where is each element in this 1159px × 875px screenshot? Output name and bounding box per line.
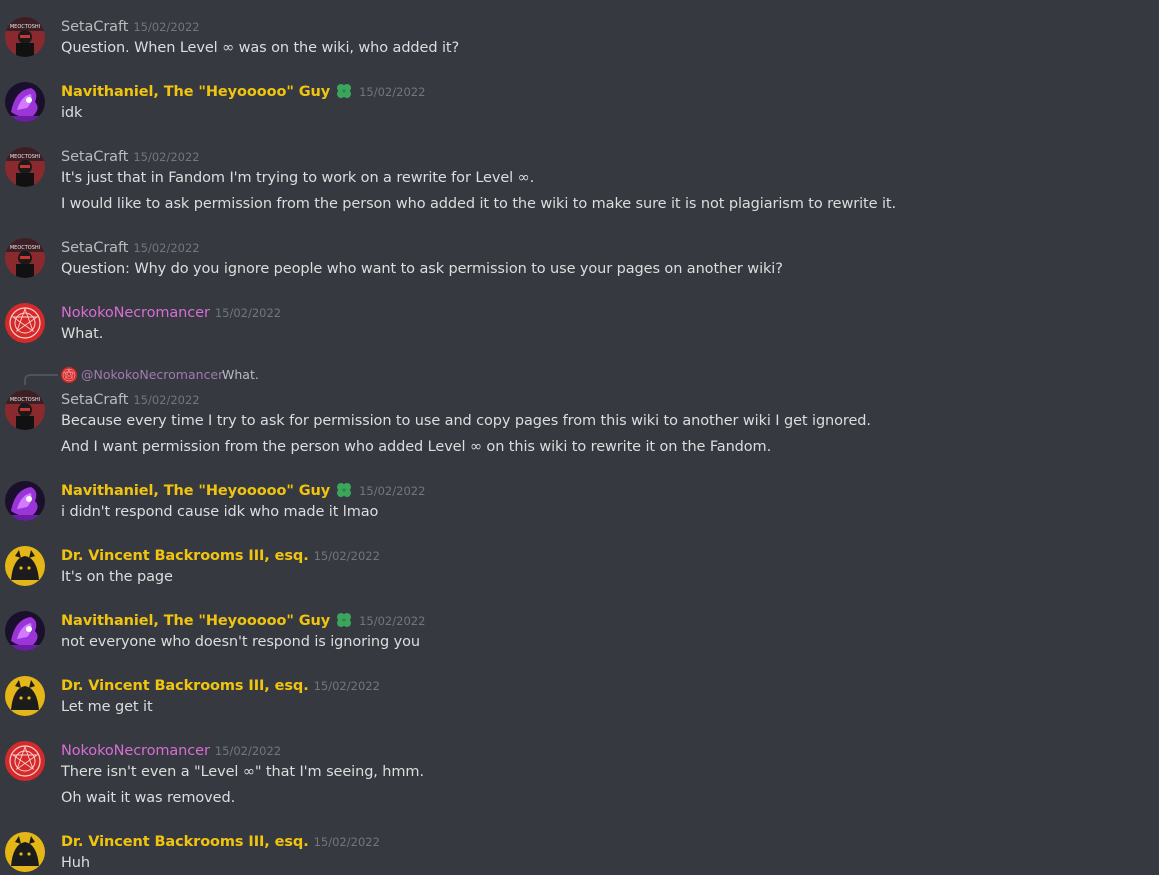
message-text: Because every time I try to ask for perm… <box>61 413 871 429</box>
timestamp: 15/02/2022 <box>214 744 282 758</box>
message-header: Navithaniel, The "Heyooooo" Guy 15/02/20… <box>61 480 425 501</box>
avatar[interactable] <box>5 546 45 586</box>
avatar[interactable] <box>5 303 45 343</box>
message-header: Dr. Vincent Backrooms III, esq. 15/02/202… <box>61 831 380 852</box>
username[interactable]: Dr. Vincent Backrooms III, esq. <box>61 834 309 850</box>
message-text: Question: Why do you ignore people who w… <box>61 261 783 277</box>
message-header: SetaCraft 15/02/2022 <box>61 16 200 37</box>
reply-avatar <box>61 367 77 383</box>
message-header: Navithaniel, The "Heyooooo" Guy 15/02/20… <box>61 81 425 102</box>
message-text: It's just that in Fandom I'm trying to w… <box>61 170 535 186</box>
svg-text:MEOCTOSHI: MEOCTOSHI <box>10 24 40 30</box>
avatar[interactable] <box>5 481 45 521</box>
timestamp: 15/02/2022 <box>214 306 282 320</box>
timestamp: 15/02/2022 <box>359 614 426 628</box>
message-text: I would like to ask permission from the … <box>61 196 896 212</box>
username[interactable]: SetaCraft <box>61 240 128 256</box>
message-header: NokokoNecromancer 15/02/2022 <box>61 740 281 761</box>
username[interactable]: NokokoNecromancer <box>61 743 210 759</box>
svg-text:MEOCTOSHI: MEOCTOSHI <box>10 397 40 403</box>
timestamp: 15/02/2022 <box>133 393 200 407</box>
avatar[interactable]: MEOCTOSHI <box>5 147 45 187</box>
avatar[interactable] <box>5 82 45 122</box>
message-text: Huh <box>61 855 90 871</box>
avatar[interactable]: MEOCTOSHI <box>5 17 45 57</box>
avatar[interactable] <box>5 832 45 872</box>
message-text: Let me get it <box>61 699 153 715</box>
four-leaf-clover-icon <box>337 84 352 98</box>
username[interactable]: SetaCraft <box>61 149 128 165</box>
message-header: SetaCraft 15/02/2022 <box>61 146 200 167</box>
message-text: What. <box>61 326 104 342</box>
username[interactable]: Dr. Vincent Backrooms III, esq. <box>61 548 309 564</box>
timestamp: 15/02/2022 <box>133 150 200 164</box>
avatar[interactable] <box>5 741 45 781</box>
reply-content: What. <box>222 367 259 382</box>
svg-text:MEOCTOSHI: MEOCTOSHI <box>10 245 40 251</box>
message-text: Oh wait it was removed. <box>61 790 236 806</box>
timestamp: 15/02/2022 <box>133 20 200 34</box>
reply-connector <box>24 374 58 385</box>
message-header: SetaCraft 15/02/2022 <box>61 389 200 410</box>
timestamp: 15/02/2022 <box>313 835 380 849</box>
message-header: Dr. Vincent Backrooms III, esq. 15/02/202… <box>61 675 380 696</box>
chat-message-list: MEOCTOSHI SetaCraft 15/02/2022 Question. W… <box>0 0 1159 875</box>
timestamp: 15/02/2022 <box>313 679 380 693</box>
username[interactable]: SetaCraft <box>61 392 128 408</box>
timestamp: 15/02/2022 <box>133 241 200 255</box>
message-text: And I want permission from the person wh… <box>61 439 772 455</box>
username[interactable]: Navithaniel, The "Heyooooo" Guy <box>61 613 330 629</box>
timestamp: 15/02/2022 <box>359 85 426 99</box>
four-leaf-clover-icon <box>337 613 352 627</box>
message-header: Dr. Vincent Backrooms III, esq. 15/02/202… <box>61 545 380 566</box>
username[interactable]: Navithaniel, The "Heyooooo" Guy <box>61 84 330 100</box>
timestamp: 15/02/2022 <box>313 549 380 563</box>
avatar[interactable] <box>5 611 45 651</box>
message-text: It's on the page <box>61 569 173 585</box>
username[interactable]: Dr. Vincent Backrooms III, esq. <box>61 678 309 694</box>
username[interactable]: SetaCraft <box>61 19 128 35</box>
reply-username[interactable]: @NokokoNecromancer <box>81 365 223 385</box>
message-text: There isn't even a "Level ∞" that I'm se… <box>61 764 424 780</box>
message-text: not everyone who doesn't respond is igno… <box>61 634 420 650</box>
message-text: Question. When Level ∞ was on the wiki, … <box>61 40 460 56</box>
timestamp: 15/02/2022 <box>359 484 426 498</box>
avatar[interactable]: MEOCTOSHI <box>5 390 45 430</box>
four-leaf-clover-icon <box>337 483 352 497</box>
username[interactable]: Navithaniel, The "Heyooooo" Guy <box>61 483 330 499</box>
avatar[interactable] <box>5 676 45 716</box>
avatar[interactable]: MEOCTOSHI <box>5 238 45 278</box>
svg-text:MEOCTOSHI: MEOCTOSHI <box>10 154 40 160</box>
username[interactable]: NokokoNecromancer <box>61 305 210 321</box>
message-header: NokokoNecromancer 15/02/2022 <box>61 302 281 323</box>
message-text: idk <box>61 105 83 121</box>
message-header: SetaCraft 15/02/2022 <box>61 237 200 258</box>
message-text: i didn't respond cause idk who made it l… <box>61 504 379 520</box>
message-header: Navithaniel, The "Heyooooo" Guy 15/02/20… <box>61 610 425 631</box>
